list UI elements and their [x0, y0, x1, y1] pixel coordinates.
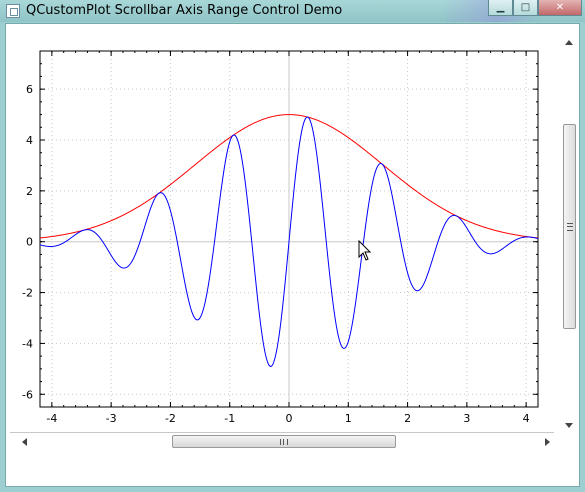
- vertical-scroll-thumb[interactable]: [563, 124, 576, 329]
- x-tick-label: 0: [286, 412, 293, 424]
- app-icon[interactable]: [6, 4, 20, 18]
- y-tick-label: -4: [22, 337, 33, 350]
- minimize-button[interactable]: ▁: [488, 0, 513, 16]
- scroll-up-icon[interactable]: [565, 40, 573, 45]
- x-tick-label: 2: [404, 412, 411, 424]
- app-window: QCustomPlot Scrollbar Axis Range Control…: [0, 0, 585, 492]
- x-tick-label: 4: [523, 412, 530, 424]
- x-tick-label: 1: [345, 412, 352, 424]
- y-tick-label: 4: [26, 134, 33, 147]
- horizontal-divider: [10, 432, 554, 433]
- scroll-down-icon[interactable]: [565, 423, 573, 428]
- horizontal-grip-icon: [280, 439, 288, 445]
- x-tick-label: 3: [463, 412, 470, 424]
- maximize-button[interactable]: □: [513, 0, 538, 16]
- y-tick-label: 0: [26, 236, 33, 249]
- x-tick-label: -1: [224, 412, 235, 424]
- maximize-icon: □: [520, 2, 531, 13]
- x-tick-label: -4: [46, 412, 57, 424]
- y-tick-label: -2: [22, 287, 33, 300]
- mouse-cursor-icon: [358, 240, 372, 261]
- x-tick-label: -2: [165, 412, 176, 424]
- close-icon: ✕: [555, 2, 565, 13]
- main-content: -4 -3 -2 -1 0 1 2 3 4 -6 -4 -2 0 2 4 6: [5, 23, 580, 487]
- x-tick-label: -3: [106, 412, 117, 424]
- vertical-grip-icon: [567, 223, 573, 231]
- window-title: QCustomPlot Scrollbar Axis Range Control…: [26, 3, 343, 18]
- horizontal-scrollbar[interactable]: [20, 434, 552, 450]
- title-bar[interactable]: QCustomPlot Scrollbar Axis Range Control…: [0, 0, 585, 22]
- minimize-icon: ▁: [496, 2, 505, 13]
- scroll-left-icon[interactable]: [22, 438, 27, 446]
- y-tick-label: -6: [22, 388, 33, 401]
- y-tick-label: 6: [26, 83, 33, 96]
- close-button[interactable]: ✕: [538, 0, 582, 16]
- y-tick-label: 2: [26, 185, 33, 198]
- window-controls: ▁ □ ✕: [488, 0, 582, 18]
- scroll-right-icon[interactable]: [545, 438, 550, 446]
- vertical-scrollbar[interactable]: [561, 38, 579, 430]
- horizontal-scroll-thumb[interactable]: [172, 435, 396, 448]
- plot-area[interactable]: -4 -3 -2 -1 0 1 2 3 4 -6 -4 -2 0 2 4 6: [6, 24, 561, 424]
